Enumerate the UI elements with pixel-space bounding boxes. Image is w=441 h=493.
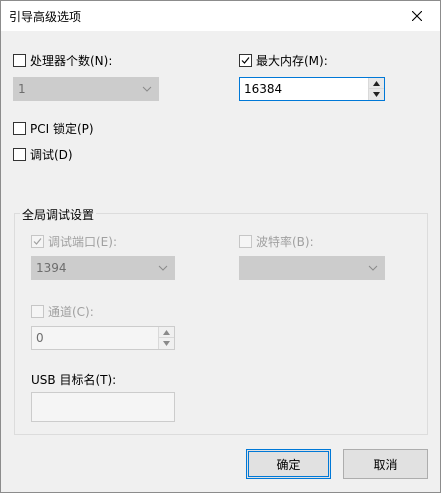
channel-spinner[interactable]: 0 [31,326,175,350]
baud-rate-checkbox-box[interactable] [239,234,252,248]
triangle-down-icon [163,341,170,346]
cancel-button[interactable]: 取消 [343,449,428,479]
ok-button[interactable]: 确定 [246,449,331,479]
usb-target-input[interactable] [31,392,175,422]
cancel-button-label: 取消 [373,457,398,472]
max-memory-increment[interactable] [369,78,384,89]
chevron-down-icon [158,265,168,271]
debug-port-select[interactable]: 1394 [31,256,175,280]
checkmark-icon [241,56,250,64]
max-memory-decrement[interactable] [369,89,384,100]
channel-label: 通道(C): [48,304,94,319]
processors-select[interactable]: 1 [13,77,159,101]
processors-checkbox-box[interactable] [13,53,26,67]
debug-checkbox[interactable]: 调试(D) [13,146,73,162]
pci-lock-checkbox-box[interactable] [13,121,26,135]
title-bar: 引导高级选项 [1,1,440,31]
debug-port-value: 1394 [36,261,67,275]
baud-rate-label: 波特率(B): [256,234,314,249]
processors-label: 处理器个数(N): [30,53,113,68]
debug-port-checkbox-box[interactable] [31,234,44,248]
debug-port-checkbox[interactable]: 调试端口(E): [31,233,117,249]
channel-value[interactable]: 0 [36,331,44,345]
max-memory-value[interactable]: 16384 [244,82,282,96]
processors-checkbox[interactable]: 处理器个数(N): [13,52,112,68]
processors-value: 1 [18,82,26,96]
triangle-up-icon [373,80,380,86]
close-button[interactable] [394,1,440,31]
debug-checkbox-box[interactable] [13,147,26,161]
chevron-down-icon [368,265,378,271]
baud-rate-checkbox[interactable]: 波特率(B): [239,233,314,249]
pci-lock-checkbox[interactable]: PCI 锁定(P) [13,120,94,136]
dialog-title: 引导高级选项 [9,10,82,24]
debug-label: 调试(D) [30,147,73,162]
channel-increment[interactable] [159,327,174,338]
baud-rate-select[interactable] [239,256,385,280]
debug-settings-title: 全局调试设置 [20,206,97,223]
checkmark-icon [33,237,42,245]
usb-target-label: USB 目标名(T): [31,373,117,387]
chevron-down-icon [142,86,152,92]
max-memory-spinner[interactable]: 16384 [239,77,385,101]
triangle-up-icon [163,329,170,335]
pci-lock-label: PCI 锁定(P) [30,121,94,136]
close-icon [412,11,422,21]
max-memory-checkbox[interactable]: 最大内存(M): [239,52,328,68]
channel-decrement[interactable] [159,338,174,349]
triangle-down-icon [373,92,380,97]
advanced-boot-options-dialog: 引导高级选项 处理器个数(N): 1 最大内存(M): 16384 PCI 锁定… [0,0,441,493]
debug-port-label: 调试端口(E): [48,234,117,249]
channel-checkbox[interactable]: 通道(C): [31,303,94,319]
channel-checkbox-box[interactable] [31,304,44,318]
max-memory-label: 最大内存(M): [256,53,328,68]
max-memory-checkbox-box[interactable] [239,53,252,67]
